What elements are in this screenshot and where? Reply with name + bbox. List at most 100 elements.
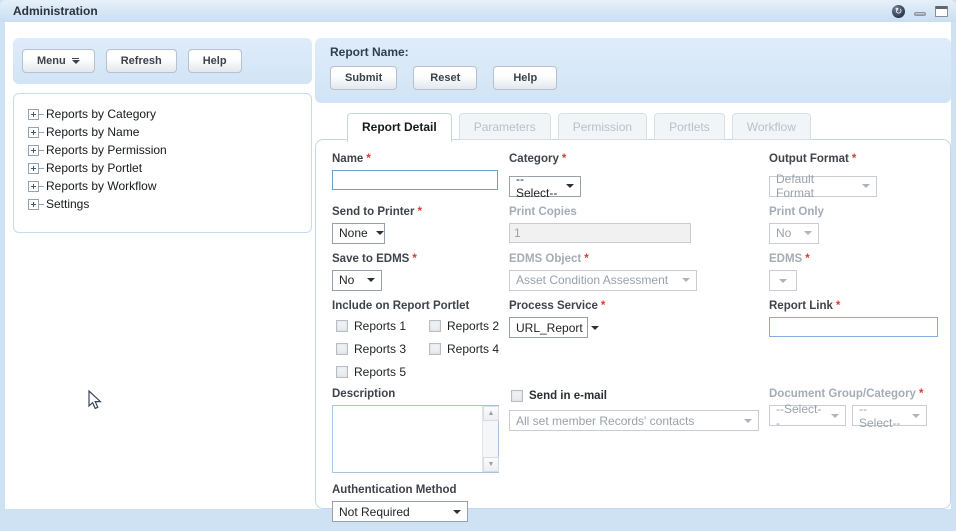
send-in-email-group: Send in e-mail All set member Records' c… xyxy=(509,388,769,473)
minimize-icon[interactable] xyxy=(914,12,926,16)
chevron-down-icon xyxy=(862,184,870,188)
send-in-email-checkbox[interactable] xyxy=(511,390,523,402)
report-link-field-group: Report Link* xyxy=(769,300,938,379)
name-label: Name xyxy=(332,153,363,165)
scroll-down-icon[interactable]: ▼ xyxy=(483,457,499,472)
tree-connector xyxy=(39,186,44,187)
edms-object-select: Asset Condition Assessment xyxy=(509,270,697,291)
chevron-down-icon xyxy=(682,278,690,282)
expand-plus-icon[interactable] xyxy=(28,127,39,138)
reports-1-checkbox[interactable] xyxy=(336,320,348,332)
refresh-button[interactable]: Refresh xyxy=(106,49,177,73)
reports-3-checkbox[interactable] xyxy=(336,343,348,355)
expand-plus-icon[interactable] xyxy=(28,199,39,210)
reset-button[interactable]: Reset xyxy=(413,66,477,90)
include-on-report-portlet-group: Include on Report Portlet Reports 1 Repo… xyxy=(332,300,509,379)
reports-4-checkbox[interactable] xyxy=(429,343,441,355)
description-scrollbar[interactable]: ▲ ▼ xyxy=(482,406,498,472)
tree-item-label[interactable]: Reports by Category xyxy=(46,107,156,121)
chevron-down-icon xyxy=(804,231,812,235)
window-title: Administration xyxy=(13,4,892,18)
tree-item-settings[interactable]: Settings xyxy=(28,195,311,213)
report-link-label: Report Link xyxy=(769,300,833,312)
output-format-select-value: Default Format xyxy=(776,172,854,200)
tree-item-label[interactable]: Reports by Name xyxy=(46,125,139,139)
reports-5-checkbox[interactable] xyxy=(336,366,348,378)
required-marker: * xyxy=(601,300,605,312)
tree-item-reports-by-permission[interactable]: Reports by Permission xyxy=(28,141,311,159)
send-to-printer-select[interactable]: None xyxy=(332,223,385,244)
reports-1-label: Reports 1 xyxy=(354,319,406,333)
required-marker: * xyxy=(805,253,809,265)
window-titlebar: Administration ↻ xyxy=(0,0,956,22)
save-to-edms-select[interactable]: No xyxy=(332,270,382,291)
include-on-report-portlet-label: Include on Report Portlet xyxy=(332,300,469,312)
description-textarea[interactable] xyxy=(333,406,482,472)
tree-item-reports-by-category[interactable]: Reports by Category xyxy=(28,105,311,123)
submit-button[interactable]: Submit xyxy=(330,66,397,90)
form-help-button[interactable]: Help xyxy=(493,66,557,90)
print-only-select-value: No xyxy=(776,226,791,240)
edms-object-select-value: Asset Condition Assessment xyxy=(516,273,668,287)
expand-plus-icon[interactable] xyxy=(28,163,39,174)
process-service-select[interactable]: URL_Report xyxy=(509,317,588,338)
expand-plus-icon[interactable] xyxy=(28,181,39,192)
tree-item-reports-by-portlet[interactable]: Reports by Portlet xyxy=(28,159,311,177)
left-help-button[interactable]: Help xyxy=(188,49,242,73)
reports-3-label: Reports 3 xyxy=(354,342,406,356)
chevron-down-icon xyxy=(453,510,461,514)
reports-5-label: Reports 5 xyxy=(354,365,406,379)
save-to-edms-select-value: No xyxy=(339,273,354,287)
name-input[interactable] xyxy=(332,170,498,190)
reports-4-label: Reports 4 xyxy=(447,342,499,356)
menu-button[interactable]: Menu xyxy=(22,49,95,73)
reports-1-option: Reports 1 xyxy=(336,319,429,333)
authentication-method-select[interactable]: Not Required xyxy=(332,501,468,522)
scroll-up-icon[interactable]: ▲ xyxy=(483,406,499,421)
authentication-method-field-group: Authentication Method Not Required xyxy=(332,484,509,522)
menu-button-label: Menu xyxy=(37,55,66,67)
required-marker: * xyxy=(836,300,840,312)
tree-item-label[interactable]: Reports by Permission xyxy=(46,143,167,157)
authentication-method-select-value: Not Required xyxy=(339,505,410,519)
process-service-label: Process Service xyxy=(509,300,598,312)
chevron-down-icon xyxy=(367,278,375,282)
required-marker: * xyxy=(919,388,923,400)
tree-item-reports-by-name[interactable]: Reports by Name xyxy=(28,123,311,141)
category-select-value: --Select-- xyxy=(516,172,558,200)
category-select[interactable]: --Select-- xyxy=(509,176,581,197)
required-marker: * xyxy=(366,153,370,165)
tab-report-detail[interactable]: Report Detail xyxy=(347,113,452,142)
description-label: Description xyxy=(332,388,395,400)
report-name-title: Report Name: xyxy=(330,45,951,59)
required-marker: * xyxy=(852,153,856,165)
mouse-cursor-icon xyxy=(88,390,103,416)
edms-select xyxy=(769,270,797,291)
print-only-label: Print Only xyxy=(769,206,824,218)
expand-plus-icon[interactable] xyxy=(28,109,39,120)
report-link-input[interactable] xyxy=(769,317,938,337)
category-field-group: Category* --Select-- xyxy=(509,153,769,197)
tree-item-label[interactable]: Reports by Workflow xyxy=(46,179,156,193)
edms-object-label: EDMS Object xyxy=(509,253,581,265)
submit-button-label: Submit xyxy=(345,72,382,84)
tree-item-label[interactable]: Settings xyxy=(46,197,89,211)
report-detail-panel: Name* Category* --Select-- Output Format… xyxy=(315,139,951,509)
tree-item-label[interactable]: Reports by Portlet xyxy=(46,161,142,175)
maximize-icon[interactable] xyxy=(935,6,948,17)
email-recipients-select: All set member Records' contacts xyxy=(509,410,759,431)
chevron-down-icon xyxy=(744,419,752,423)
expand-plus-icon[interactable] xyxy=(28,145,39,156)
tree-item-reports-by-workflow[interactable]: Reports by Workflow xyxy=(28,177,311,195)
report-tree-panel: Reports by Category Reports by Name Repo… xyxy=(13,93,312,233)
tree-connector xyxy=(39,114,44,115)
chevron-down-icon xyxy=(72,58,80,64)
form-tabs: Report Detail Parameters Permission Port… xyxy=(347,113,811,140)
edms-field-group: EDMS* xyxy=(769,253,938,292)
tab-workflow: Workflow xyxy=(732,113,811,140)
reports-2-checkbox[interactable] xyxy=(429,320,441,332)
window-refresh-icon[interactable]: ↻ xyxy=(892,5,905,18)
print-copies-input xyxy=(509,223,691,243)
report-header-panel: Report Name: Submit Reset Help xyxy=(315,38,951,103)
email-recipients-select-value: All set member Records' contacts xyxy=(516,414,694,428)
